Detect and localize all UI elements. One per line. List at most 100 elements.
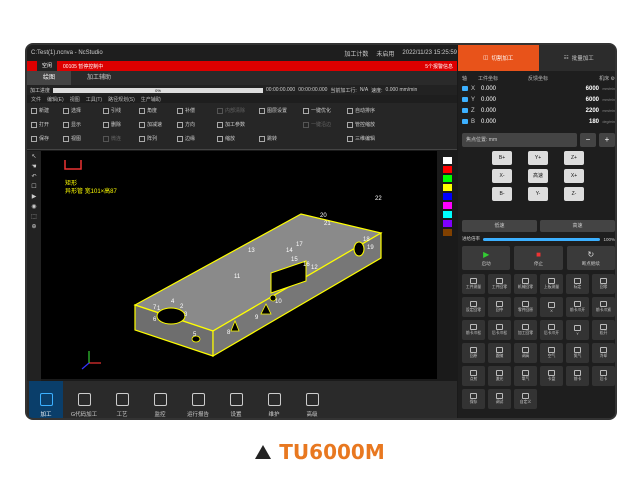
play-tool-icon[interactable]: ▶ [29,193,39,201]
jog-y-plus-button[interactable]: Y+ [528,151,548,165]
layer-color-swatch[interactable] [442,211,452,218]
coord-header-unit[interactable]: 机床 ⚙ [599,75,615,82]
function-button[interactable]: 设定回零 [462,297,485,317]
function-button[interactable]: 前卡爪开 [566,297,589,317]
frame-tool-icon[interactable]: ⬚ [29,213,39,221]
tab-assist[interactable]: 加工辅助 [71,71,127,85]
nav-settings[interactable]: 设置 [219,381,253,418]
delete-button[interactable]: 删除 [103,121,121,128]
function-button[interactable]: 机械回零 [514,274,537,294]
function-button[interactable]: 调高 [514,343,537,363]
layer-color-swatch[interactable] [442,184,452,191]
nav-report[interactable]: 运行报告 [181,381,215,418]
array-button[interactable]: 阵列 [139,135,157,142]
function-button[interactable]: 回中 [488,297,511,317]
microjoint-button[interactable]: 微连 [103,135,121,142]
feed-slider[interactable] [483,237,601,241]
function-button[interactable]: 点射 [462,366,485,386]
function-button[interactable]: 后卡爪开 [540,320,563,340]
function-button[interactable]: 标定 [566,274,589,294]
pan-tool-icon[interactable]: ☚ [29,163,39,171]
tube-part[interactable] [133,213,383,358]
alarm-count[interactable]: 5个报警信息 [425,63,457,70]
inner-clear-button[interactable]: 内部清除 [217,107,245,114]
compensation-button[interactable]: 补偿 [177,107,195,114]
function-button[interactable]: 零件回原 [514,297,537,317]
layer-color-swatch[interactable] [442,229,452,236]
function-button[interactable]: 调试 [488,389,511,409]
high-speed-button[interactable]: 高速 [540,220,615,232]
resume-button[interactable]: ↻ 断点继续 [566,246,615,270]
alarm-message[interactable]: 00105 暂停控制中 [63,63,103,70]
rect-tool-icon[interactable]: ☐ [29,183,39,191]
save-button[interactable]: 保存 [31,135,49,142]
jog-z-plus-button[interactable]: Z+ [564,151,584,165]
new-button[interactable]: 新建 [31,107,49,114]
focus-input[interactable]: 焦点位置: mm [462,133,577,147]
menu-file[interactable]: 文件 [31,96,41,103]
menu-production[interactable]: 生产辅助 [141,96,161,103]
view-button[interactable]: 视图 [63,135,81,142]
function-button[interactable]: 后卡 [592,366,615,386]
display-button[interactable]: 显示 [63,121,81,128]
nav-advanced[interactable]: 高级 [295,381,329,418]
function-button[interactable]: Y [566,320,589,340]
jog-y-minus-button[interactable]: Y- [528,187,548,201]
function-button[interactable]: 卡盘 [540,366,563,386]
nav-maintenance[interactable]: 维护 [257,381,291,418]
optimize-button[interactable]: 一键优化 [303,107,331,114]
function-button[interactable]: 前卡 [566,366,589,386]
low-speed-button[interactable]: 低速 [462,220,537,232]
layer-color-swatch[interactable] [442,193,452,200]
control-scale-button[interactable]: 管控缩放 [347,121,375,128]
select-button[interactable]: 选择 [63,107,81,114]
select-tool-icon[interactable]: ↖ [29,153,39,161]
function-button[interactable]: 氧气 [514,366,537,386]
function-button[interactable]: 冷却 [592,343,615,363]
direction-button[interactable]: 方向 [177,121,195,128]
jog-x-minus-button[interactable]: X- [492,169,512,183]
function-button[interactable]: 松开 [592,320,615,340]
jog-high-speed-button[interactable]: 高速 [528,169,548,183]
function-button[interactable]: 自定义 [514,389,537,409]
layer-settings-button[interactable]: 图层设置 [259,107,287,114]
tab-cutting[interactable]: ◫ 切割加工 [458,45,539,71]
nav-gcode[interactable]: G代码加工 [67,381,101,418]
function-button[interactable]: 保存 [462,389,485,409]
function-button[interactable]: 氮气 [566,343,589,363]
process-params-button[interactable]: 加工参数 [217,121,245,128]
start-button[interactable]: ▶ 启动 [462,246,511,270]
nav-monitor[interactable]: 监控 [143,381,177,418]
jog-x-plus-button[interactable]: X+ [564,169,584,183]
circle-tool-icon[interactable]: ◉ [29,203,39,211]
function-button[interactable]: 回原 [462,343,485,363]
menu-tools[interactable]: 工具(T) [86,96,102,103]
function-button[interactable]: 后卡爪松 [488,320,511,340]
jog-z-minus-button[interactable]: Z- [564,187,584,201]
function-button[interactable]: 回零 [592,274,615,294]
function-button[interactable]: 前卡爪紧 [592,297,615,317]
origin-tool-icon[interactable]: ⊕ [29,223,39,231]
nav-process[interactable]: 加工 [29,381,63,418]
function-button[interactable]: 工件回零 [488,274,511,294]
jump-button[interactable]: 跳转 [259,135,277,142]
focus-plus-button[interactable]: + [599,133,615,147]
function-button[interactable]: X [540,297,563,317]
menu-view[interactable]: 视图 [70,96,80,103]
function-button[interactable]: 加工回零 [514,320,537,340]
scale-button[interactable]: 缩放 [217,135,235,142]
stop-button[interactable]: ■ 停止 [514,246,563,270]
menu-edit[interactable]: 编辑(E) [47,96,64,103]
function-button[interactable]: 上板测量 [540,274,563,294]
edge-cut-button[interactable]: 一键沿边 [303,121,331,128]
function-button[interactable]: 激光 [488,366,511,386]
accel-button[interactable]: 加减速 [139,121,162,128]
jog-b-plus-button[interactable]: B+ [492,151,512,165]
layer-color-swatch[interactable] [442,220,452,227]
function-button[interactable]: 跟随 [488,343,511,363]
angle-button[interactable]: 角度 [139,107,157,114]
menu-path[interactable]: 路径规划(S) [108,96,135,103]
auto-sort-button[interactable]: 自动排序 [347,107,375,114]
layer-color-swatch[interactable] [442,202,452,209]
3d-edit-button[interactable]: 三维编辑 [347,135,375,142]
